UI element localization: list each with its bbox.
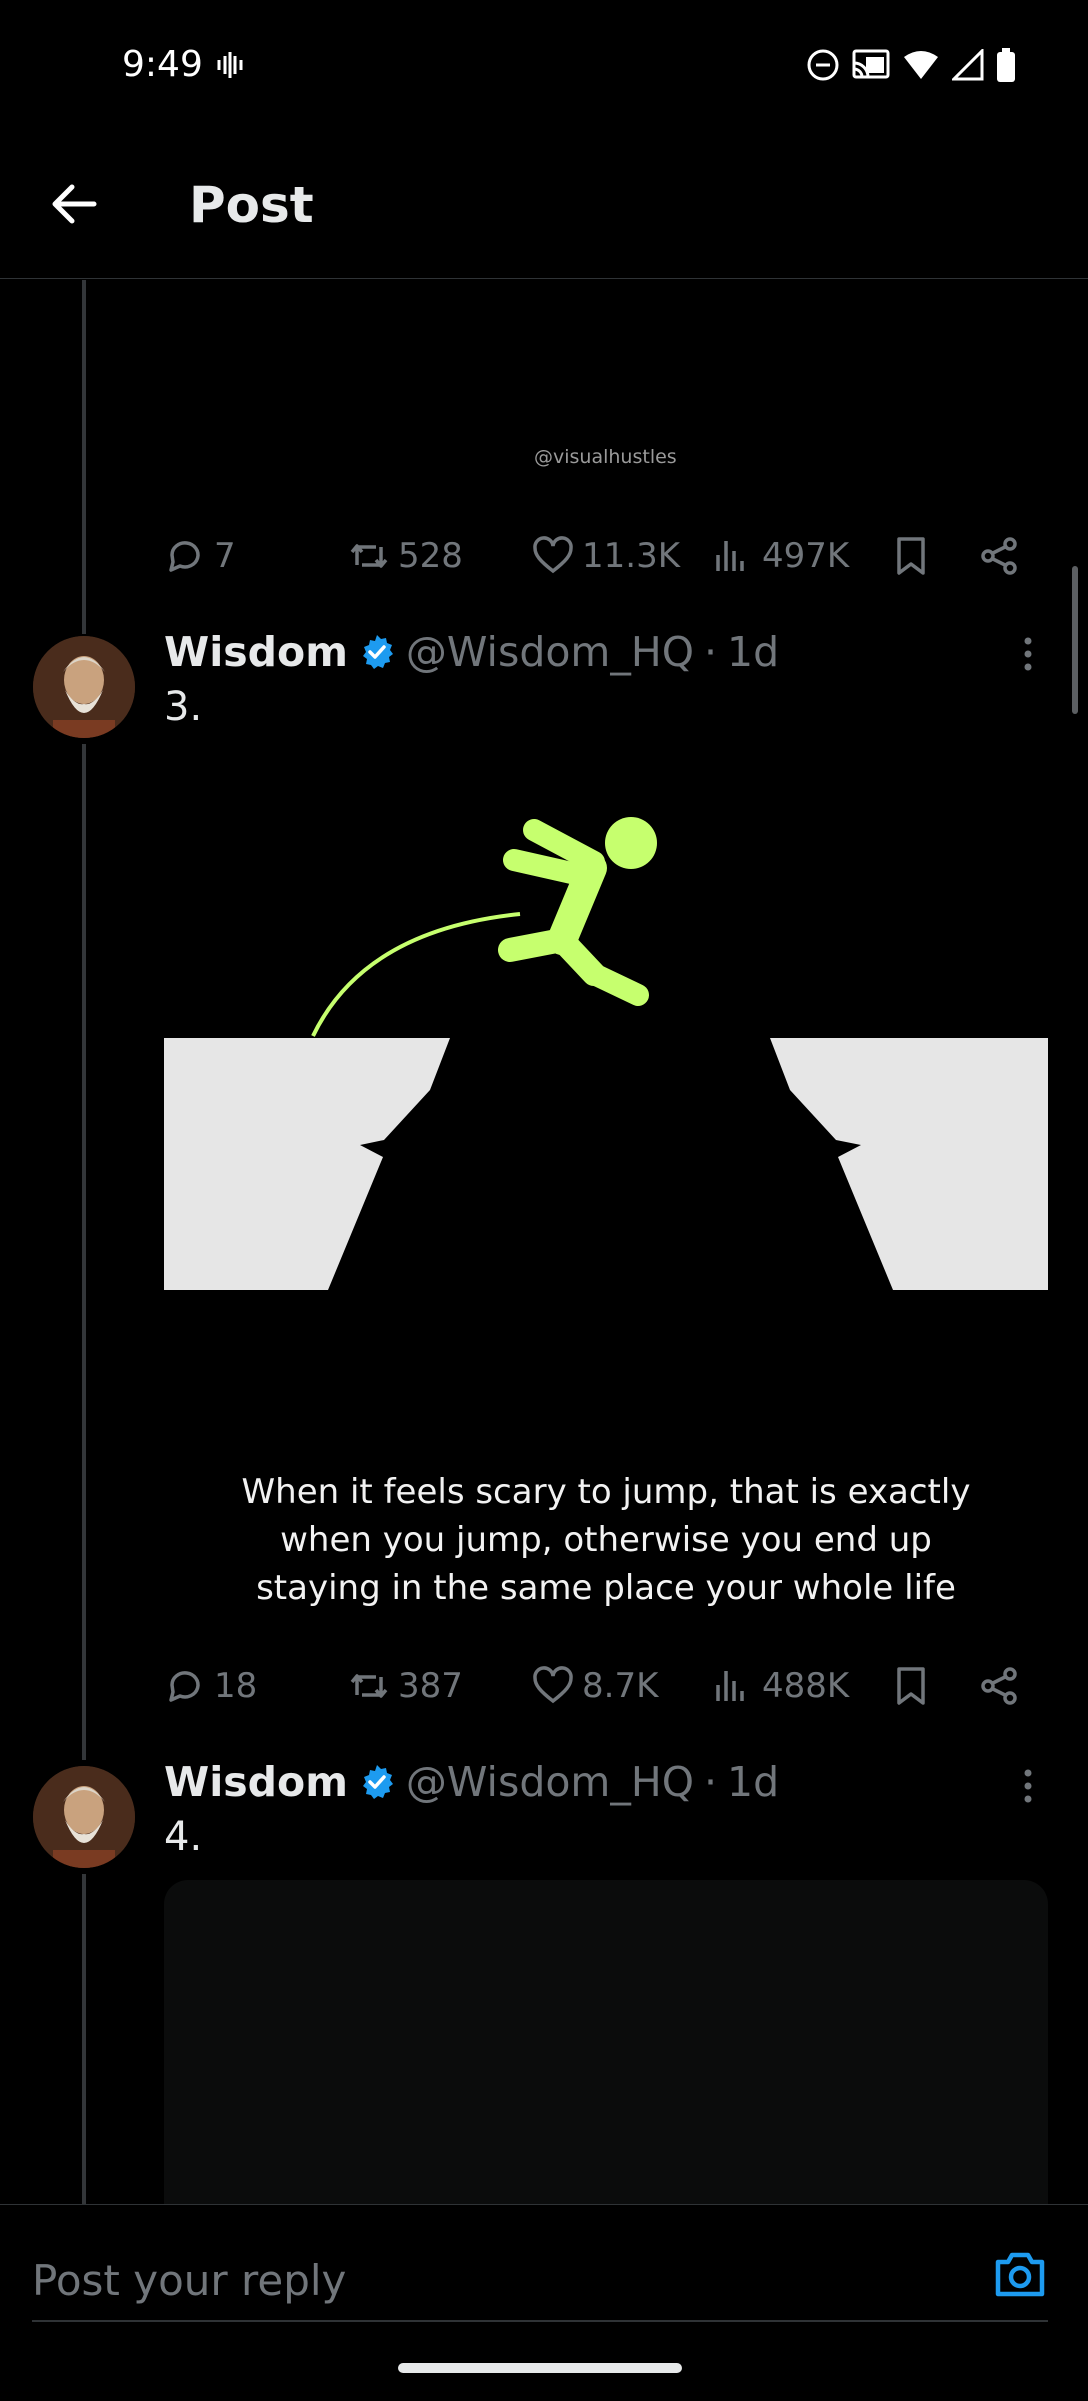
back-arrow-icon[interactable]	[46, 176, 102, 232]
repost-count: 387	[398, 1666, 463, 1706]
views-icon	[716, 541, 744, 571]
reply-button[interactable]: 7	[164, 526, 236, 586]
bookmark-button[interactable]	[890, 526, 932, 586]
camera-icon[interactable]	[992, 2246, 1048, 2302]
views-count: 488K	[762, 1666, 850, 1706]
home-indicator[interactable]	[398, 2363, 682, 2373]
reply-count: 18	[214, 1666, 258, 1706]
battery-icon	[997, 48, 1015, 82]
author-handle[interactable]: @Wisdom_HQ	[406, 628, 694, 676]
author-name[interactable]: Wisdom	[164, 1758, 348, 1806]
repost-icon	[350, 1674, 388, 1698]
post-time: 1d	[727, 628, 780, 676]
thread-line	[82, 280, 86, 634]
top-app-bar	[0, 150, 1088, 279]
repost-button[interactable]: 528	[348, 526, 463, 586]
share-button[interactable]	[978, 526, 1020, 586]
reply-icon	[169, 1671, 200, 1702]
reply-button[interactable]: 18	[164, 1656, 257, 1716]
image-caption: When it feels scary to jump, that is exa…	[164, 1468, 1048, 1612]
like-count: 11.3K	[582, 536, 680, 576]
share-icon	[981, 537, 1017, 575]
more-options-icon[interactable]	[1018, 1766, 1038, 1806]
caption-line: When it feels scary to jump, that is exa…	[241, 1472, 971, 1512]
scrollbar[interactable]	[1072, 566, 1078, 714]
avatar[interactable]	[33, 1766, 135, 1868]
share-button[interactable]	[978, 1656, 1020, 1716]
bookmark-icon	[897, 1667, 925, 1705]
vibrate-icon	[216, 50, 244, 80]
page-title: Post	[189, 176, 314, 234]
post-time: 1d	[727, 1758, 780, 1806]
like-button[interactable]: 8.7K	[532, 1656, 658, 1716]
verified-badge-icon	[362, 635, 393, 669]
views-count: 497K	[762, 536, 850, 576]
thread-line	[82, 744, 86, 1760]
views-icon	[716, 1671, 744, 1701]
tweet-actions: 18 387 8.7K 488K	[164, 1656, 1044, 1716]
separator: ·	[703, 628, 718, 676]
caption-line: when you jump, otherwise you end up	[280, 1520, 932, 1560]
repost-count: 528	[398, 536, 463, 576]
tweet-actions: 7 528 11.3K 497K	[164, 526, 1044, 586]
heart-icon	[533, 536, 573, 574]
views-button[interactable]: 488K	[712, 1656, 849, 1716]
views-button[interactable]: 497K	[712, 526, 849, 586]
tweet-author: Wisdom @Wisdom_HQ · 1d	[164, 628, 779, 676]
verified-badge-icon	[362, 1765, 393, 1799]
share-icon	[981, 1667, 1017, 1705]
media-watermark: @visualhustles	[534, 446, 677, 468]
bookmark-icon	[897, 537, 925, 575]
like-button[interactable]: 11.3K	[532, 526, 680, 586]
tweet-image[interactable]: When it feels scary to jump, that is exa…	[164, 740, 1048, 1640]
bookmark-button[interactable]	[890, 1656, 932, 1716]
dnd-icon	[807, 49, 839, 81]
tweet-image[interactable]	[164, 1880, 1048, 2210]
reply-count: 7	[214, 536, 236, 576]
status-time: 9:49	[122, 44, 203, 85]
wifi-icon	[904, 51, 938, 79]
avatar[interactable]	[33, 636, 135, 738]
more-options-icon[interactable]	[1018, 634, 1038, 674]
caption-line: staying in the same place your whole lif…	[256, 1568, 956, 1608]
author-handle[interactable]: @Wisdom_HQ	[406, 1758, 694, 1806]
separator: ·	[703, 1758, 718, 1806]
reply-icon	[169, 541, 200, 572]
tweet-author: Wisdom @Wisdom_HQ · 1d	[164, 1758, 779, 1806]
repost-button[interactable]: 387	[348, 1656, 463, 1716]
reply-input[interactable]	[32, 2240, 1048, 2322]
tweet-text: 4.	[164, 1814, 203, 1860]
heart-icon	[533, 1666, 573, 1704]
tweet-text: 3.	[164, 684, 203, 730]
signal-icon	[952, 49, 984, 81]
cast-icon	[852, 49, 890, 79]
repost-icon	[350, 544, 388, 568]
like-count: 8.7K	[582, 1666, 659, 1706]
status-icons	[806, 48, 1016, 82]
author-name[interactable]: Wisdom	[164, 628, 348, 676]
thread-line	[82, 1874, 86, 2204]
